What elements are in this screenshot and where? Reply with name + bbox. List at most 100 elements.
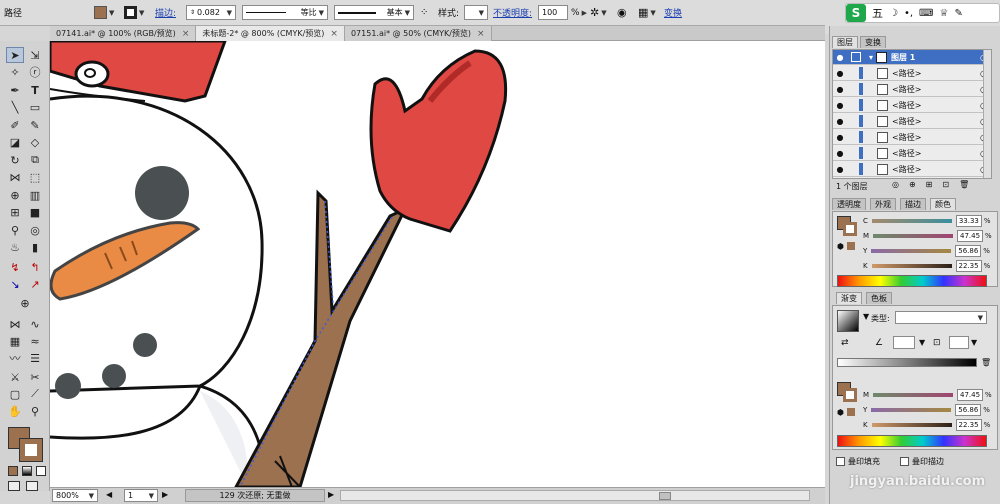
zoom-arrow-icon[interactable]: ↗ <box>26 276 44 292</box>
stroke-color-box[interactable] <box>19 438 43 462</box>
eye-icon[interactable]: ● <box>833 101 847 110</box>
chevron-down-icon[interactable]: ▼ <box>978 314 983 322</box>
path-row[interactable]: ●<路径>○ <box>833 114 991 129</box>
wrench-icon[interactable]: ✎ <box>954 8 962 19</box>
brush-definition[interactable]: 基本 ▼ <box>334 5 414 20</box>
gradient-preview[interactable] <box>837 310 859 332</box>
stroke-swatch[interactable] <box>124 6 137 19</box>
stroke-weight-input[interactable]: ⇕ 0.082 ▼ <box>186 5 236 20</box>
chevron-down-icon[interactable]: ▼ <box>405 9 410 17</box>
path-row[interactable]: ●<路径>○ <box>833 66 991 81</box>
keyboard-icon[interactable]: ⌨ <box>919 8 933 19</box>
chevron-down-icon[interactable]: ▼ <box>319 9 324 17</box>
magenta-bar[interactable] <box>873 234 954 238</box>
cube-icon[interactable]: ⬢ <box>837 242 844 251</box>
align-options-icon[interactable]: ▦ ▼ <box>638 4 656 21</box>
list-icon[interactable]: ☰ <box>26 350 44 366</box>
artboard-canvas[interactable] <box>50 41 825 487</box>
yellow-slider[interactable]: Y 56.86% <box>863 244 1000 258</box>
envelope-icon[interactable]: ≈ <box>26 333 44 349</box>
line-tool-icon[interactable]: ╲ <box>6 99 24 115</box>
cyan-value[interactable]: 33.33 <box>955 215 982 227</box>
gradient-tool-icon[interactable]: ■ <box>26 204 44 220</box>
graphic-style-picker[interactable]: ▼ <box>464 5 488 20</box>
close-icon[interactable]: × <box>477 29 485 39</box>
knife-icon[interactable]: ⚔ <box>6 369 24 385</box>
path-name[interactable]: <路径> <box>892 100 921 111</box>
reverse-gradient-icon[interactable]: ⇄ <box>841 338 849 348</box>
path-name[interactable]: <路径> <box>892 132 921 143</box>
target-icon[interactable]: ⊕ <box>16 295 34 311</box>
zoom-select[interactable]: 800% ▼ <box>52 489 98 502</box>
yellow-value[interactable]: 56.86 <box>955 245 982 257</box>
shape-builder-icon[interactable]: ⊕ <box>6 187 24 203</box>
free-transform-icon[interactable]: ⬚ <box>26 169 44 185</box>
path-row[interactable]: ●<路径>○ <box>833 82 991 97</box>
measure-icon[interactable]: ⟋ <box>26 386 44 402</box>
ime-mode[interactable]: 五 <box>872 5 883 21</box>
yellow-slider[interactable]: Y 56.86% <box>863 403 1000 417</box>
mesh-tool-icon[interactable]: ⊞ <box>6 204 24 220</box>
scroll-thumb[interactable] <box>659 492 671 500</box>
magenta-slider[interactable]: M 47.45% <box>863 388 1000 402</box>
expand-icon[interactable]: ▾ <box>869 53 873 62</box>
path-row[interactable]: ●<路径>○ <box>833 162 991 177</box>
gradient-mode-button[interactable] <box>22 466 32 476</box>
tab-gradient[interactable]: 渐变 <box>836 292 862 304</box>
horizontal-scrollbar[interactable] <box>340 490 810 501</box>
grid-icon[interactable]: ▦ <box>6 333 24 349</box>
eye-icon[interactable]: ● <box>833 117 847 126</box>
prev-artboard-icon[interactable]: ◀ <box>106 490 112 499</box>
eye-icon[interactable]: ● <box>833 69 847 78</box>
hand-arrow-icon[interactable]: ↘ <box>6 276 24 292</box>
aspect-input[interactable] <box>949 336 969 349</box>
skin-icon[interactable]: ♕ <box>939 8 948 19</box>
blob-brush-icon[interactable]: ◪ <box>6 134 24 150</box>
tab-transparency[interactable]: 透明度 <box>832 198 866 210</box>
opacity-link[interactable]: 不透明度: <box>493 6 532 19</box>
path-name[interactable]: <路径> <box>892 164 921 175</box>
scribble-icon[interactable]: 〰 <box>6 350 24 366</box>
lasso-icon[interactable]: ⓡ <box>26 64 44 80</box>
paintbrush-icon[interactable]: ✐ <box>6 117 24 133</box>
selection-tool-icon[interactable]: ➤ <box>6 47 24 63</box>
stroke-color-box[interactable] <box>843 222 857 236</box>
yellow-value[interactable]: 56.86 <box>955 404 982 416</box>
path-row[interactable]: ●<路径>○ <box>833 130 991 145</box>
close-icon[interactable]: × <box>182 29 190 39</box>
warp-icon[interactable]: ⋈ <box>6 316 24 332</box>
fill-color-picker[interactable]: ▼ <box>94 4 114 21</box>
chevron-down-icon[interactable]: ▼ <box>971 338 977 347</box>
eye-icon[interactable]: ● <box>833 53 847 62</box>
column-graph-icon[interactable]: ▮ <box>26 239 44 255</box>
rotate-tool-icon[interactable]: ↻ <box>6 152 24 168</box>
black-bar[interactable] <box>871 264 952 268</box>
chevron-down-icon[interactable]: ▼ <box>149 492 154 500</box>
path-name[interactable]: <路径> <box>892 116 921 127</box>
black-value[interactable]: 22.35 <box>955 419 982 431</box>
next-artboard-icon[interactable]: ▶ <box>162 490 168 499</box>
angle-input[interactable] <box>893 336 915 349</box>
color-mode-button[interactable] <box>8 466 18 476</box>
checkbox-box[interactable] <box>836 457 845 466</box>
eye-icon[interactable]: ● <box>833 165 847 174</box>
path-name[interactable]: <路径> <box>892 68 921 79</box>
stroke-stepper-icon[interactable]: ⇕ <box>190 9 195 16</box>
black-bar[interactable] <box>871 423 952 427</box>
tab-doc-1[interactable]: 07141.ai* @ 100% (RGB/预览) × <box>50 26 197 41</box>
tab-doc-2[interactable]: 未标题-2* @ 800% (CMYK/预览) × <box>196 26 345 41</box>
tab-layers[interactable]: 图层 <box>832 36 858 48</box>
path-row[interactable]: ●<路径>○ <box>833 98 991 113</box>
tab-color[interactable]: 颜色 <box>930 198 956 210</box>
chevron-down-icon[interactable]: ▼ <box>89 492 94 500</box>
chevron-down-icon[interactable]: ▼ <box>919 338 925 347</box>
zoom-tool-icon[interactable]: ⚲ <box>26 403 44 419</box>
magenta-value[interactable]: 47.45 <box>957 230 984 242</box>
wave-icon[interactable]: ∿ <box>26 316 44 332</box>
gradient-type-select[interactable]: ▼ <box>895 311 987 324</box>
opacity-input[interactable]: 100 <box>538 5 568 20</box>
path-row[interactable]: ●<路径>○ <box>833 146 991 161</box>
eye-icon[interactable]: ● <box>833 85 847 94</box>
scale-tool-icon[interactable]: ⧉ <box>26 152 44 168</box>
rectangle-tool-icon[interactable]: ▭ <box>26 99 44 115</box>
